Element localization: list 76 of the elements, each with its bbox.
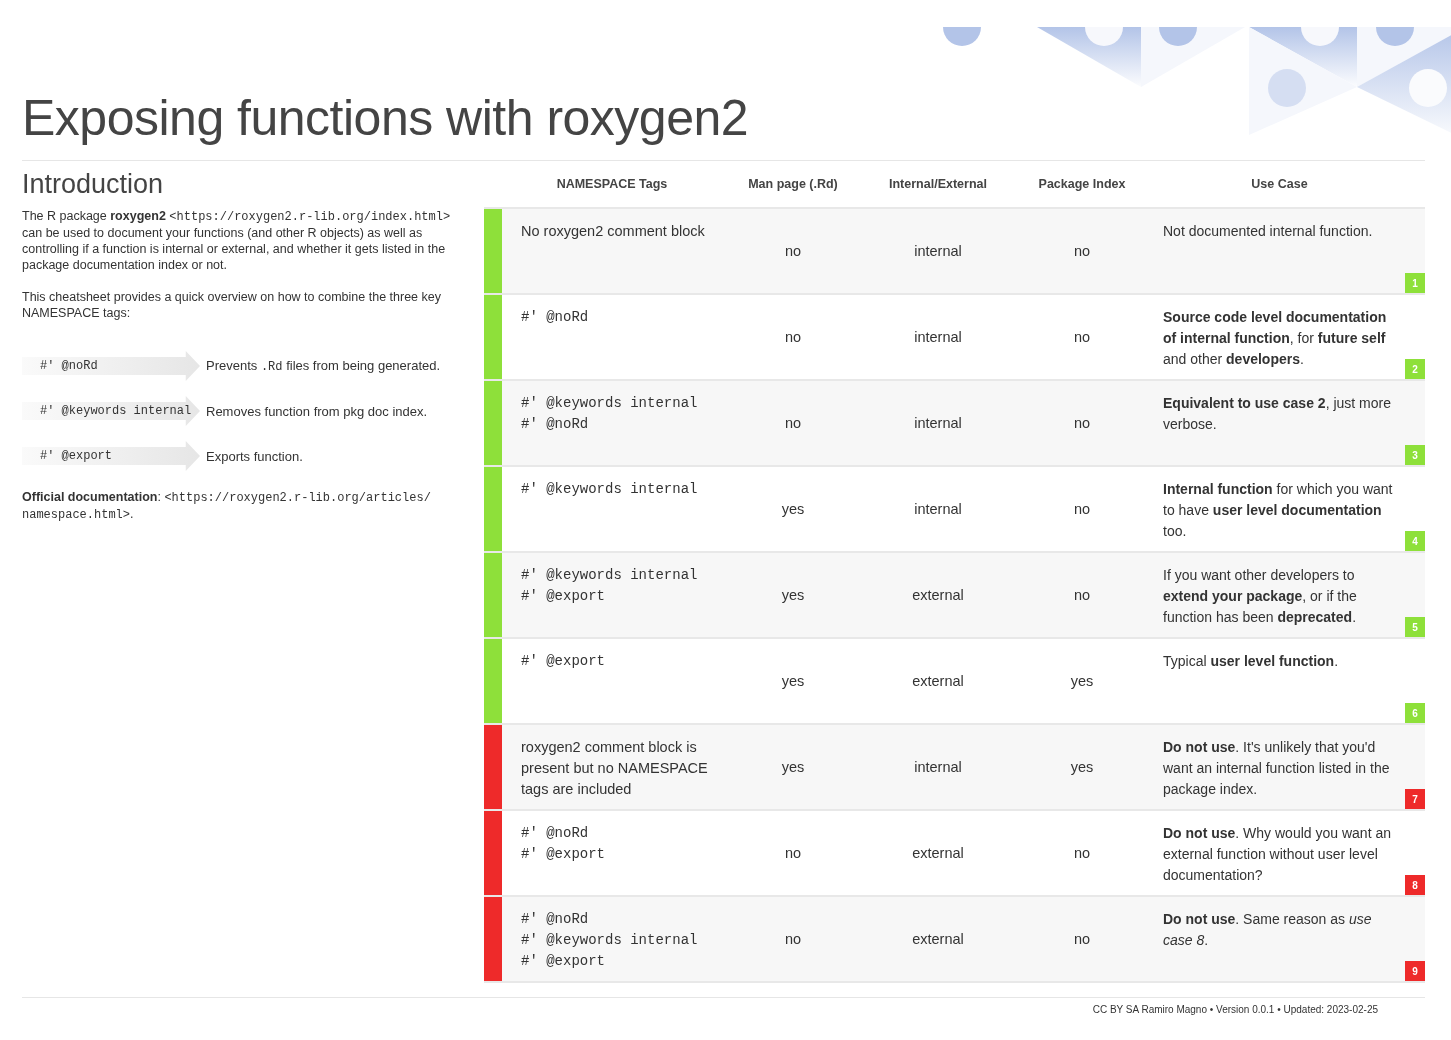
number-badge: 5 — [1405, 617, 1425, 637]
tag-label: #' @export — [22, 441, 200, 471]
page-title: Exposing functions with roxygen2 — [22, 89, 749, 148]
table-cell: external — [912, 587, 964, 603]
use-case-text: Do not use. It's unlikely that you'd want an internal function listed in the package index. — [1163, 738, 1391, 799]
tag-description: Exports function. — [206, 448, 303, 464]
tag-description: Removes function from pkg doc index. — [206, 403, 428, 419]
table-cell: no — [1073, 845, 1091, 861]
table-cell: internal — [914, 759, 962, 775]
code-line: #' @noRd — [521, 308, 590, 327]
code-line: #' @noRd — [521, 415, 590, 434]
table-cell: external — [912, 673, 964, 689]
paragraph: The R package roxygen2 <https://roxygen2.r-lib.org/index.html> can be used to document your functions (and other R objects) as well as controlling if a function is internal or external, and whether it gets listed in the package documentation index or not. — [22, 208, 452, 273]
table-cell: internal — [914, 329, 962, 345]
table-cell: no — [1073, 931, 1091, 947]
tag-label: #' @noRd — [22, 351, 200, 381]
table-cell: no — [1073, 243, 1091, 259]
table-cell: no — [1073, 587, 1091, 603]
tag-label: #' @keywords internal — [22, 396, 200, 426]
footer-text: CC BY SA Ramiro Magno • Version 0.0.1 • Updated: 2023-02-25 — [1092, 1004, 1378, 1015]
paragraph: This cheatsheet provides a quick overview on how to combine the three key NAMESPACE tags: — [22, 289, 442, 321]
number-badge: 8 — [1405, 875, 1425, 895]
use-case-text: Equivalent to use case 2, just more verbose. — [1163, 394, 1392, 434]
number-badge: 6 — [1405, 703, 1425, 723]
table-cell: no — [784, 415, 802, 431]
table-cell: internal — [914, 243, 962, 259]
table-cell: internal — [914, 501, 962, 517]
code-line: #' @keywords internal — [521, 931, 699, 950]
code-line: #' @keywords internal — [521, 566, 699, 585]
use-case-text: Typical user level function. — [1163, 652, 1340, 671]
code-line: #' @keywords internal — [521, 480, 699, 499]
number-badge: 2 — [1405, 359, 1425, 379]
code-line: #' @export — [521, 652, 606, 671]
official-documentation-text: Official documentation: <https://roxygen2.r-lib.org/articles/ namespace.html>. — [22, 489, 432, 523]
column-header: Use Case — [1250, 177, 1309, 191]
number-badge: 9 — [1405, 961, 1425, 981]
table-cell: no — [784, 845, 802, 861]
table-cell: no — [784, 243, 802, 259]
code-line: #' @export — [521, 587, 606, 606]
use-case-text: Not documented internal function. — [1163, 222, 1374, 241]
use-case-text: Internal function for which you want to have user level documentation too. — [1163, 480, 1394, 541]
column-header: Man page (.Rd) — [747, 177, 839, 191]
number-badge: 7 — [1405, 789, 1425, 809]
code-line: #' @noRd — [521, 824, 590, 843]
table-cell: no — [1073, 329, 1091, 345]
code-line: #' @noRd — [521, 910, 590, 929]
table-cell: no — [1073, 501, 1091, 517]
table-cell: external — [912, 931, 964, 947]
table-cell: no — [784, 329, 802, 345]
table-cell: internal — [914, 415, 962, 431]
number-badge: 3 — [1405, 445, 1425, 465]
table-cell: yes — [1070, 673, 1094, 689]
table-cell: external — [912, 845, 964, 861]
column-header: NAMESPACE Tags — [555, 177, 669, 191]
section-heading: Introduction — [22, 169, 165, 200]
use-case-text: Do not use. Same reason as use case 8. — [1163, 910, 1373, 950]
number-badge: 4 — [1405, 531, 1425, 551]
column-header: Package Index — [1037, 177, 1127, 191]
table-cell: yes — [781, 587, 805, 603]
column-header: Internal/External — [888, 177, 988, 191]
table-cell: yes — [781, 673, 805, 689]
table-cell: no — [1073, 415, 1091, 431]
table-cell-text: roxygen2 comment block is present but no NAMESPACE tags are included — [521, 738, 709, 799]
table-cell: yes — [1070, 759, 1094, 775]
table-cell-text: No roxygen2 comment block — [521, 222, 706, 241]
tag-description: Prevents .Rd files from being generated. — [206, 358, 441, 374]
code-line: #' @export — [521, 952, 606, 971]
code-line: #' @keywords internal — [521, 394, 699, 413]
table-cell: yes — [781, 501, 805, 517]
table-cell: no — [784, 931, 802, 947]
use-case-text: If you want other developers to extend your package, or if the function has been deprecated. — [1163, 566, 1358, 627]
use-case-text: Source code level documentation of internal function, for future self and other developers. — [1163, 308, 1388, 369]
use-case-text: Do not use. Why would you want an external function without user level documentation? — [1163, 824, 1392, 885]
number-badge: 1 — [1405, 273, 1425, 293]
code-line: #' @export — [521, 845, 606, 864]
table-cell: yes — [781, 759, 805, 775]
